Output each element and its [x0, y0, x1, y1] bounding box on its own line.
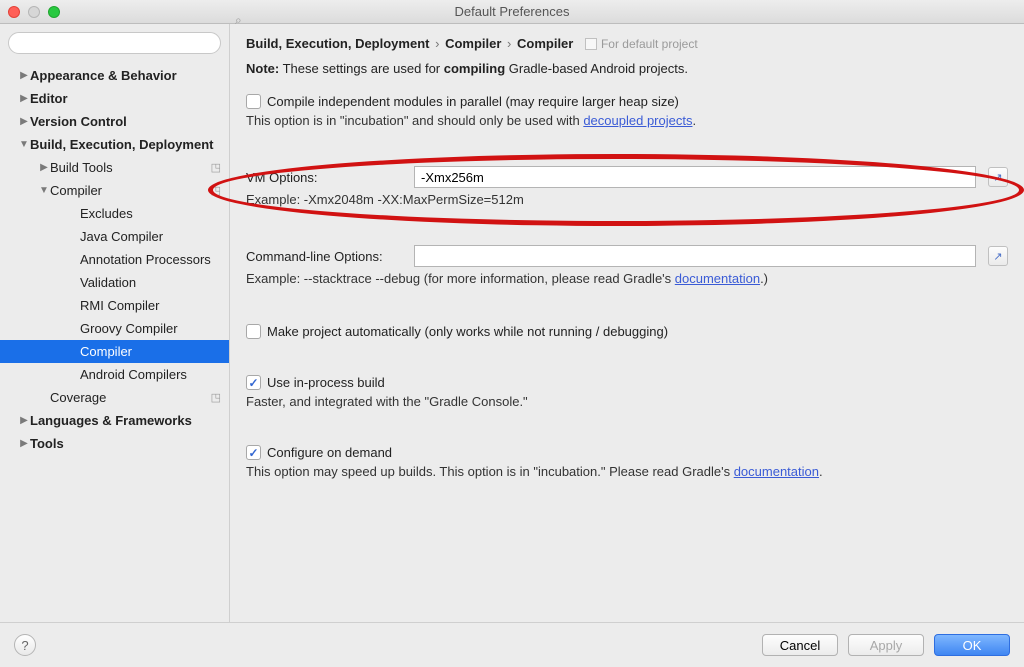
main-panel: Build, Execution, Deployment › Compiler …	[230, 24, 1024, 622]
sidebar-item-label: Build, Execution, Deployment	[30, 137, 221, 152]
breadcrumb-sep: ›	[507, 36, 511, 51]
sidebar-item-label: Validation	[80, 275, 221, 290]
sidebar-item-label: Version Control	[30, 114, 221, 129]
gradle-docs-link[interactable]: documentation	[675, 271, 760, 286]
configure-on-demand-label: Configure on demand	[267, 445, 392, 460]
sidebar-item-label: Android Compilers	[80, 367, 221, 382]
sidebar-item[interactable]: ▼Compiler◳	[0, 179, 229, 202]
sidebar-item[interactable]: Java Compiler	[0, 225, 229, 248]
sidebar-item-label: Compiler	[50, 183, 211, 198]
sidebar-item[interactable]: ▼Build, Execution, Deployment	[0, 133, 229, 156]
cmdline-options-label: Command-line Options:	[246, 249, 402, 264]
sidebar-item[interactable]: Validation	[0, 271, 229, 294]
sidebar-item-label: Appearance & Behavior	[30, 68, 221, 83]
sidebar-item[interactable]: Coverage◳	[0, 386, 229, 409]
expand-field-button[interactable]: ↗	[988, 167, 1008, 187]
parallel-label: Compile independent modules in parallel …	[267, 94, 679, 109]
chevron-right-icon[interactable]: ▶	[18, 415, 30, 426]
sidebar-item-label: RMI Compiler	[80, 298, 221, 313]
in-process-checkbox[interactable]	[246, 375, 261, 390]
chevron-down-icon[interactable]: ▼	[18, 139, 30, 150]
chevron-right-icon[interactable]: ▶	[18, 70, 30, 81]
project-badge-icon: ◳	[211, 391, 221, 404]
decoupled-projects-link[interactable]: decoupled projects	[583, 113, 692, 128]
apply-button: Apply	[848, 634, 924, 656]
chevron-right-icon[interactable]: ▶	[18, 93, 30, 104]
breadcrumb-sep: ›	[435, 36, 439, 51]
breadcrumb-part: Compiler	[517, 36, 573, 51]
note-text: Note: These settings are used for compil…	[246, 61, 1008, 76]
sidebar-item[interactable]: Excludes	[0, 202, 229, 225]
expand-field-button[interactable]: ↗	[988, 246, 1008, 266]
sidebar-item-label: Coverage	[50, 390, 211, 405]
sidebar-item-label: Excludes	[80, 206, 221, 221]
chevron-down-icon[interactable]: ▼	[38, 185, 50, 196]
sidebar-item[interactable]: ▶Editor	[0, 87, 229, 110]
parallel-subtext: This option is in "incubation" and shoul…	[246, 113, 1008, 128]
breadcrumb: Build, Execution, Deployment › Compiler …	[246, 36, 1008, 51]
vm-options-input[interactable]	[414, 166, 976, 188]
configure-on-demand-subtext: This option may speed up builds. This op…	[246, 464, 1008, 479]
sidebar-item-label: Build Tools	[50, 160, 211, 175]
search-input[interactable]	[8, 32, 221, 54]
sidebar-item-label: Groovy Compiler	[80, 321, 221, 336]
sidebar: ⌕ ▶Appearance & Behavior▶Editor▶Version …	[0, 24, 230, 622]
cmdline-options-input[interactable]	[414, 245, 976, 267]
sidebar-item[interactable]: Android Compilers	[0, 363, 229, 386]
in-process-subtext: Faster, and integrated with the "Gradle …	[246, 394, 1008, 409]
make-auto-label: Make project automatically (only works w…	[267, 324, 668, 339]
sidebar-item[interactable]: Compiler	[0, 340, 229, 363]
sidebar-item-label: Java Compiler	[80, 229, 221, 244]
chevron-right-icon[interactable]: ▶	[38, 162, 50, 173]
chevron-right-icon[interactable]: ▶	[18, 438, 30, 449]
configure-on-demand-checkbox[interactable]	[246, 445, 261, 460]
chevron-right-icon[interactable]: ▶	[18, 116, 30, 127]
sidebar-item[interactable]: ▶Languages & Frameworks	[0, 409, 229, 432]
project-badge-icon: ◳	[211, 161, 221, 174]
window-title: Default Preferences	[0, 4, 1024, 19]
cmdline-options-example: Example: --stacktrace --debug (for more …	[246, 271, 1008, 286]
cancel-button[interactable]: Cancel	[762, 634, 838, 656]
vm-options-label: VM Options:	[246, 170, 402, 185]
breadcrumb-part: Build, Execution, Deployment	[246, 36, 429, 51]
help-button[interactable]: ?	[14, 634, 36, 656]
sidebar-item[interactable]: RMI Compiler	[0, 294, 229, 317]
gradle-docs-link-2[interactable]: documentation	[734, 464, 819, 479]
sidebar-item-label: Annotation Processors	[80, 252, 221, 267]
ok-button[interactable]: OK	[934, 634, 1010, 656]
sidebar-item[interactable]: ▶Tools	[0, 432, 229, 455]
parallel-checkbox[interactable]	[246, 94, 261, 109]
sidebar-item-label: Editor	[30, 91, 221, 106]
vm-options-example: Example: -Xmx2048m -XX:MaxPermSize=512m	[246, 192, 1008, 207]
project-badge-icon: ◳	[211, 184, 221, 197]
sidebar-item-label: Tools	[30, 436, 221, 451]
titlebar: Default Preferences	[0, 0, 1024, 24]
default-project-icon	[585, 38, 597, 50]
preferences-tree: ▶Appearance & Behavior▶Editor▶Version Co…	[0, 60, 229, 622]
make-auto-checkbox[interactable]	[246, 324, 261, 339]
sidebar-item-label: Languages & Frameworks	[30, 413, 221, 428]
sidebar-item[interactable]: Groovy Compiler	[0, 317, 229, 340]
sidebar-item[interactable]: Annotation Processors	[0, 248, 229, 271]
sidebar-item[interactable]: ▶Build Tools◳	[0, 156, 229, 179]
sidebar-item[interactable]: ▶Appearance & Behavior	[0, 64, 229, 87]
footer: ? Cancel Apply OK	[0, 622, 1024, 667]
sidebar-item[interactable]: ▶Version Control	[0, 110, 229, 133]
sidebar-item-label: Compiler	[80, 344, 221, 359]
breadcrumb-part: Compiler	[445, 36, 501, 51]
in-process-label: Use in-process build	[267, 375, 385, 390]
breadcrumb-suffix: For default project	[585, 37, 698, 51]
